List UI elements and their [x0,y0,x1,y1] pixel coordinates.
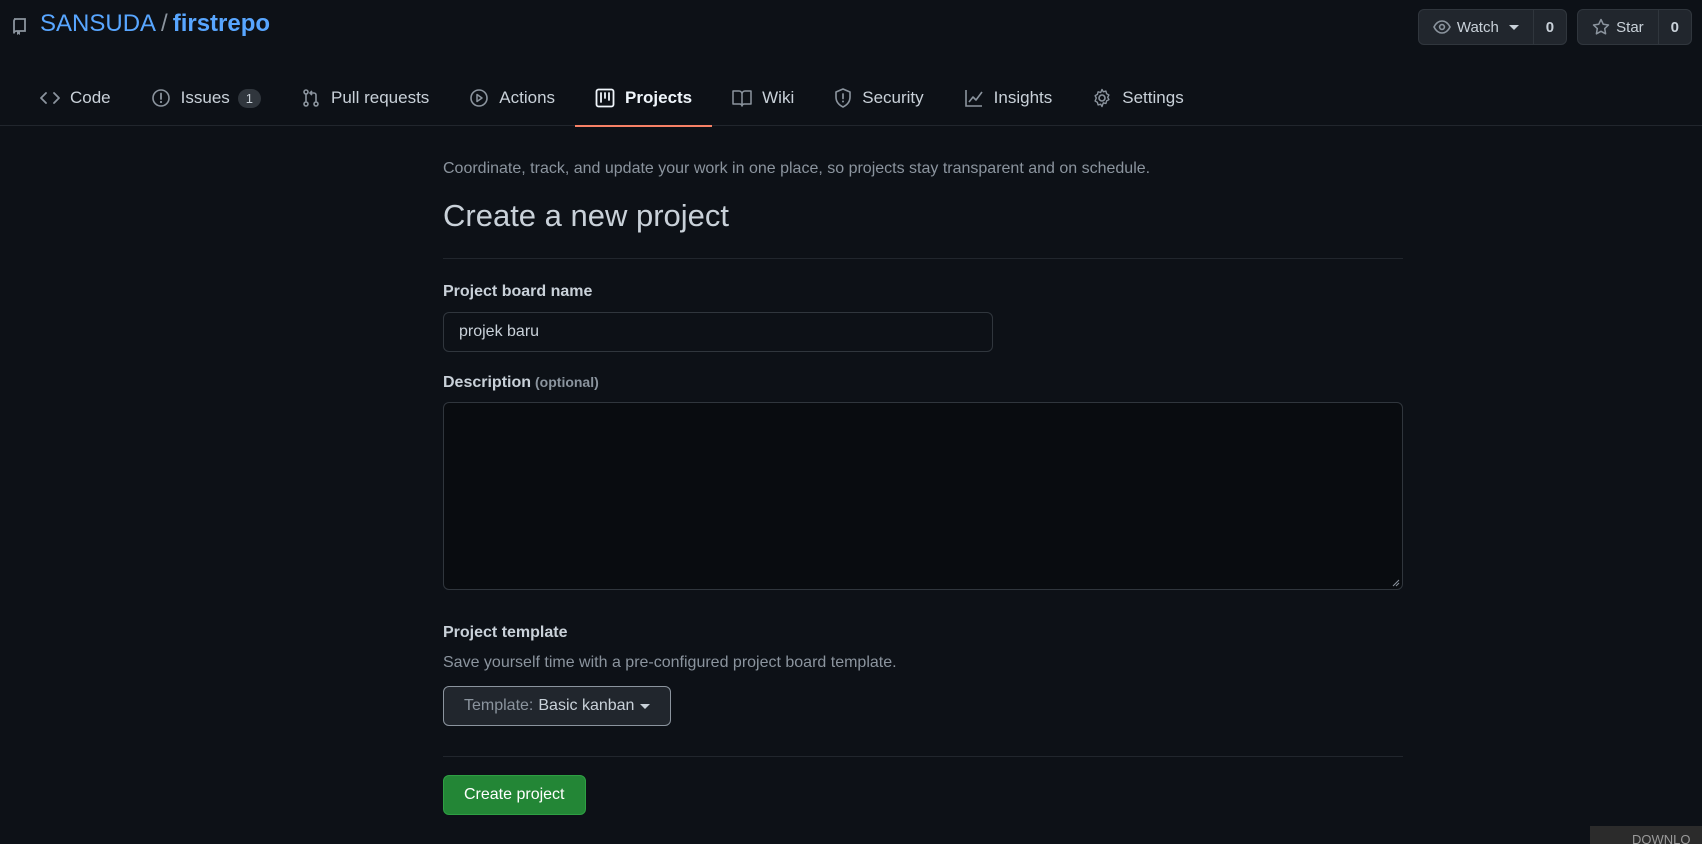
project-name-input[interactable]: projek baru [443,312,993,352]
tab-security[interactable]: Security [814,70,943,126]
divider [443,258,1403,259]
book-icon [732,90,752,107]
play-icon [470,89,489,107]
repo-actions: Watch 0 Star 0 [1417,9,1702,45]
tab-label: Settings [1122,88,1184,107]
page: SANSUDA / firstrepo Watch 0 Star 0 Code … [0,0,1702,844]
repo-tabs: Code Issues 1 Pull requests Actions Proj… [0,70,1702,127]
description-label-text: Description [443,374,532,391]
repo-owner-link[interactable]: SANSUDA [40,10,156,38]
star-icon [1592,18,1610,35]
eye-icon [1432,20,1451,34]
repo-name-link[interactable]: firstrepo [173,10,270,38]
tab-code[interactable]: Code [20,70,131,126]
description-textarea[interactable] [443,402,1403,590]
watch-button[interactable]: Watch [1419,10,1534,44]
template-prefix: Template: [464,697,534,714]
tab-actions[interactable]: Actions [449,70,575,126]
issue-icon [151,89,170,107]
template-field: Project template Save yourself time with… [443,624,1403,726]
repo-header: SANSUDA / firstrepo Watch 0 Star 0 [0,0,1702,56]
watch-button-group: Watch 0 [1417,9,1568,45]
lead-text: Coordinate, track, and update your work … [443,160,1151,177]
watch-count[interactable]: 0 [1534,10,1566,44]
tab-settings[interactable]: Settings [1072,70,1203,126]
project-name-field: Project board name projek baru [443,283,1403,352]
new-project-form: Coordinate, track, and update your work … [443,126,1403,815]
tab-label: Insights [993,88,1053,107]
resize-handle-icon[interactable] [1392,579,1400,587]
tab-label: Issues [180,88,230,107]
optional-hint: (optional) [535,374,599,390]
tab-label: Actions [499,88,556,107]
template-label: Project template [443,624,568,641]
tab-projects[interactable]: Projects [575,70,713,127]
tab-insights[interactable]: Insights [944,70,1073,126]
project-icon [595,88,615,108]
star-button[interactable]: Star [1578,10,1659,44]
tab-label: Code [70,88,111,107]
shield-icon [835,88,852,108]
template-note: Save yourself time with a pre-configured… [443,654,897,671]
repo-separator: / [161,10,168,37]
code-icon [40,92,60,104]
tab-label: Wiki [762,88,795,107]
tab-label: Pull requests [331,88,430,107]
chevron-down-icon [1508,24,1519,30]
description-label: Description (optional) [443,374,1403,392]
repo-title: SANSUDA / firstrepo [12,10,270,38]
create-project-button[interactable]: Create project [443,775,586,815]
description-field: Description (optional) [443,374,1403,590]
template-select[interactable]: Template: Basic kanban [443,686,672,726]
star-count[interactable]: 0 [1659,10,1691,44]
download-bar[interactable]: DOWNLO [1590,826,1702,844]
tab-label: Security [862,88,924,107]
template-value: Basic kanban [538,697,635,714]
tab-issues[interactable]: Issues 1 [131,70,281,126]
graph-icon [964,90,983,107]
watch-label: Watch [1456,18,1499,36]
star-label: Star [1616,18,1644,36]
repo-icon [12,15,28,35]
tab-wiki[interactable]: Wiki [712,70,814,126]
gear-icon [1094,88,1110,108]
star-button-group: Star 0 [1577,9,1692,45]
divider [443,756,1403,757]
tab-pull-requests[interactable]: Pull requests [281,70,449,126]
page-title: Create a new project [443,198,730,233]
tab-label: Projects [625,88,693,107]
pull-request-icon [303,89,319,107]
project-name-label: Project board name [443,283,593,300]
chevron-down-icon [640,703,651,709]
issues-count-badge: 1 [237,88,262,108]
